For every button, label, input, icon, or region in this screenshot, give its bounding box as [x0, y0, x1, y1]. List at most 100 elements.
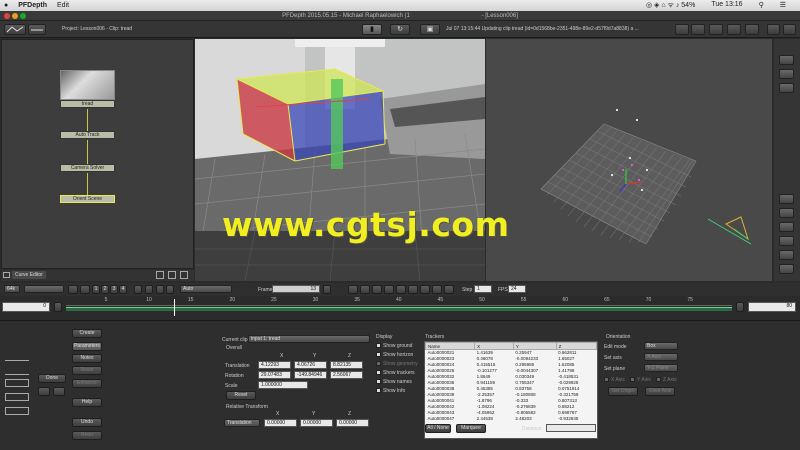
- clear-axis-button[interactable]: Clear Axis: [645, 387, 675, 396]
- timeline-right-button[interactable]: [736, 302, 744, 312]
- rotation-y-field[interactable]: -149.84946: [294, 371, 327, 379]
- red-swatch-button[interactable]: [156, 285, 164, 294]
- redo-button[interactable]: Redo: [72, 431, 102, 440]
- camera-view-button[interactable]: ▮: [362, 24, 382, 35]
- minimize-dot[interactable]: [12, 13, 18, 19]
- tracker-column-header[interactable]: Y: [512, 342, 557, 350]
- tracker-column-header[interactable]: X: [474, 342, 514, 350]
- playhead[interactable]: [174, 299, 176, 316]
- page-2-button[interactable]: 2: [101, 285, 109, 294]
- tool-button-1[interactable]: [779, 55, 794, 65]
- play-back-button[interactable]: [384, 285, 394, 294]
- notes-button[interactable]: Notes: [72, 354, 102, 363]
- display-option-2[interactable]: Show geometry: [376, 361, 418, 367]
- y-axis-check[interactable]: Y Axis: [630, 377, 651, 383]
- edit-mode-select[interactable]: Box: [644, 342, 678, 350]
- close-dot[interactable]: [4, 13, 10, 19]
- current-clip-select[interactable]: input 1: tread: [248, 335, 370, 343]
- 3d-viewer[interactable]: [486, 39, 772, 281]
- slider-tool-1[interactable]: [5, 355, 29, 361]
- stop-button[interactable]: [396, 285, 406, 294]
- end-frame-field[interactable]: 80: [748, 302, 796, 312]
- rotation-x-field[interactable]: 29.07483: [258, 371, 291, 379]
- frame-up-button[interactable]: [323, 285, 331, 294]
- relative-z-field[interactable]: 0.00000: [336, 419, 369, 427]
- layout-button[interactable]: [28, 24, 46, 35]
- set-origin-button[interactable]: Set Origin: [608, 387, 638, 396]
- frame-field[interactable]: 13: [272, 285, 320, 293]
- slider-tool-3[interactable]: [5, 379, 29, 387]
- menu-app-name[interactable]: PFDepth: [18, 2, 47, 9]
- node-tread[interactable]: tread: [60, 100, 115, 108]
- tool-button-6[interactable]: [779, 222, 794, 232]
- white-swatch-button[interactable]: [134, 285, 142, 294]
- relative-mode-select[interactable]: Translation: [224, 419, 260, 427]
- green-swatch-button[interactable]: [145, 285, 153, 294]
- relative-x-field[interactable]: 0.00000: [264, 419, 297, 427]
- display-option-1[interactable]: Show horizon: [376, 352, 413, 358]
- menu-edit[interactable]: Edit: [57, 2, 69, 9]
- toolbar-button-5[interactable]: [745, 24, 759, 35]
- distance-field[interactable]: [546, 424, 596, 432]
- step-back-button[interactable]: [360, 285, 370, 294]
- back-button[interactable]: [38, 387, 50, 396]
- undo-button[interactable]: Undo: [72, 418, 102, 427]
- toolbar-button-2[interactable]: [691, 24, 705, 35]
- slider-tool-5[interactable]: [5, 407, 29, 415]
- list-icon[interactable]: ☰: [780, 1, 786, 10]
- node-auto-track[interactable]: Auto Track: [60, 131, 115, 139]
- toolbar-button-3[interactable]: [709, 24, 723, 35]
- translation-y-field[interactable]: 4.06726: [294, 361, 327, 369]
- fit-button[interactable]: [68, 285, 78, 294]
- mode-select[interactable]: Auto: [180, 285, 232, 293]
- next-key-button[interactable]: [420, 285, 430, 294]
- set-axis-select[interactable]: X Axis: [644, 353, 678, 361]
- parameters-button[interactable]: Parameters: [72, 342, 102, 351]
- prev-key-button[interactable]: [372, 285, 382, 294]
- z-axis-check[interactable]: Z Axis: [656, 377, 677, 383]
- tool-button-2[interactable]: [779, 69, 794, 79]
- spotlight-icon[interactable]: ⚲: [759, 1, 764, 10]
- swatch-button[interactable]: [166, 285, 174, 294]
- tool-button-7[interactable]: [779, 236, 794, 246]
- fps-field[interactable]: 24: [508, 285, 526, 293]
- toolbar-button-1[interactable]: [675, 24, 689, 35]
- translation-z-field[interactable]: 8.82135: [330, 361, 363, 369]
- tool-button-8[interactable]: [779, 250, 794, 260]
- image-view-button[interactable]: ▣: [420, 24, 440, 35]
- tool-button-3[interactable]: [779, 83, 794, 93]
- node-view-button[interactable]: [4, 24, 26, 35]
- rotation-z-field[interactable]: 2.56067: [330, 371, 363, 379]
- camera-viewer[interactable]: [195, 39, 485, 281]
- sync-view-button[interactable]: ↻: [390, 24, 410, 35]
- clock[interactable]: Tue 13:16: [711, 1, 742, 10]
- display-option-4[interactable]: Show names: [376, 379, 412, 385]
- display-option-0[interactable]: Show ground: [376, 343, 412, 349]
- grid-view-button-2[interactable]: [783, 24, 796, 35]
- format-select[interactable]: 64k: [4, 285, 20, 293]
- curve-editor-button[interactable]: Curve Editor: [12, 271, 46, 279]
- all-none-button[interactable]: All / None: [425, 424, 451, 433]
- marquee-button[interactable]: Marquee: [456, 424, 486, 433]
- create-button[interactable]: Create: [72, 329, 102, 338]
- translation-x-field[interactable]: 4.12293: [258, 361, 291, 369]
- page-3-button[interactable]: 3: [110, 285, 118, 294]
- done-button[interactable]: Done: [38, 374, 66, 383]
- tool-button-4[interactable]: [779, 194, 794, 204]
- display-select[interactable]: [24, 285, 64, 293]
- timeline-track[interactable]: [66, 307, 732, 311]
- go-start-button[interactable]: [348, 285, 358, 294]
- slider-tool-2[interactable]: [5, 369, 29, 375]
- timeline-left-button[interactable]: [54, 302, 62, 312]
- set-plane-select[interactable]: Y-Z Plane: [644, 364, 678, 372]
- help-button[interactable]: Help: [72, 398, 102, 407]
- page-4-button[interactable]: 4: [119, 285, 127, 294]
- timeline[interactable]: 0 80 5 10 15 20 25 30 35 40 45 50 55 60 65 70 75: [0, 297, 800, 317]
- display-option-5[interactable]: Show Info: [376, 388, 405, 394]
- status-icons[interactable]: ◎ ◈ ⌂ ᯤ ♪ 54%: [646, 1, 695, 10]
- slider-tool-4[interactable]: [5, 393, 29, 401]
- relative-y-field[interactable]: 0.00000: [300, 419, 333, 427]
- x-axis-check[interactable]: X Axis: [604, 377, 625, 383]
- forward-button[interactable]: [53, 387, 65, 396]
- grid-view-button[interactable]: [767, 24, 780, 35]
